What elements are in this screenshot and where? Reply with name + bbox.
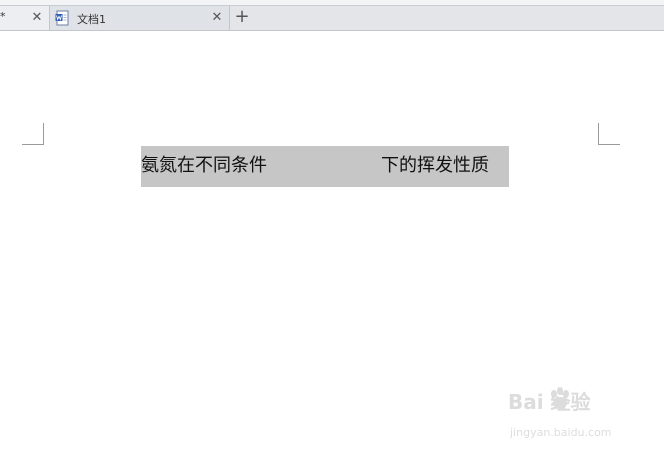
heading-text-part-2: 下的挥发性质 (381, 155, 489, 176)
crop-mark-top-left (22, 123, 44, 145)
tab-bar: * ✕ 文档1 ✕ + (0, 6, 664, 31)
tab-title: 文档1 (77, 13, 106, 26)
crop-mark-top-right (598, 123, 620, 145)
tab-previous-document[interactable]: * ✕ (0, 6, 50, 30)
heading-text-part-1: 氨氮在不同条件 (141, 155, 267, 176)
baidu-jingyan-watermark: Bai 经验 jingyan.baidu.com (508, 386, 638, 446)
close-icon[interactable]: ✕ (30, 11, 44, 25)
toolbar-gap (0, 31, 664, 50)
tab-modified-indicator: * (0, 10, 6, 23)
tab-document-1[interactable]: 文档1 ✕ (50, 6, 230, 30)
new-tab-button[interactable]: + (234, 8, 250, 26)
watermark-sub-text: jingyan.baidu.com (510, 426, 612, 439)
word-document-icon (55, 10, 69, 26)
paw-icon (551, 387, 569, 409)
close-icon[interactable]: ✕ (210, 11, 224, 25)
document-heading[interactable]: 氨氮在不同条件 下的挥发性质 (141, 146, 509, 187)
